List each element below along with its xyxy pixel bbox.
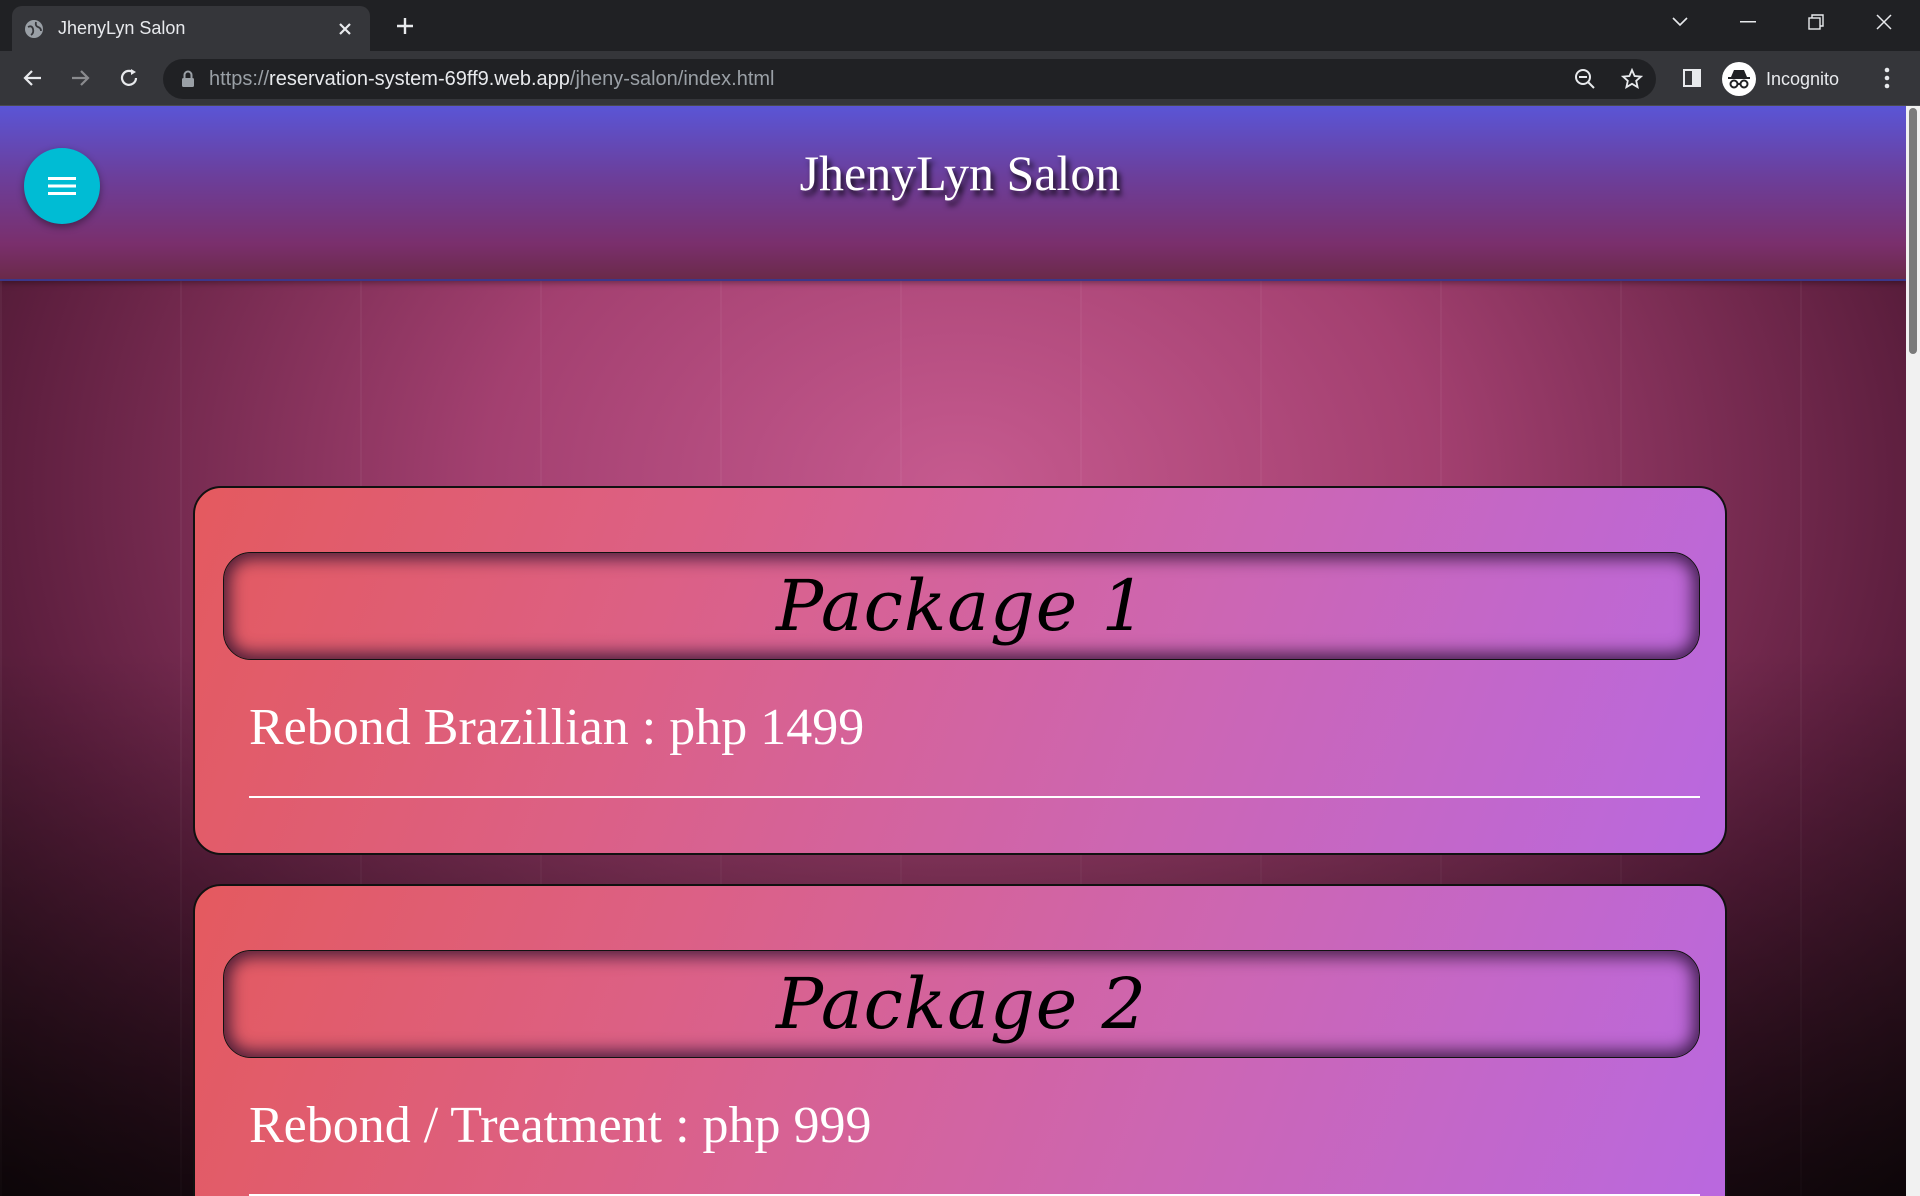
site-header: JhenyLyn Salon <box>0 106 1906 281</box>
package-title: Package 2 <box>775 963 1148 1045</box>
package-item: Rebond / Treatment : php 999 <box>249 1097 872 1154</box>
browser-tab[interactable]: JhenyLyn Salon <box>12 6 370 51</box>
incognito-icon <box>1722 62 1756 96</box>
reload-icon[interactable] <box>112 61 146 95</box>
more-menu-icon[interactable] <box>1870 61 1904 95</box>
incognito-label: Incognito <box>1766 68 1840 89</box>
tab-title: JhenyLyn Salon <box>58 18 186 38</box>
incognito-profile-button[interactable]: Incognito <box>1722 59 1839 99</box>
lock-icon[interactable] <box>181 70 195 88</box>
zoom-icon[interactable] <box>1572 66 1598 92</box>
divider <box>249 796 1700 798</box>
back-arrow-icon[interactable] <box>16 61 50 95</box>
address-bar[interactable]: https://reservation-system-69ff9.web.app… <box>163 59 1656 99</box>
bookmark-star-icon[interactable] <box>1619 66 1645 92</box>
page-viewport: JhenyLyn Salon Package 1 Rebond Brazilli… <box>0 106 1920 1196</box>
package-title-bar: Package 1 <box>223 552 1700 660</box>
tab-strip: JhenyLyn Salon <box>0 0 1920 51</box>
close-tab-icon[interactable] <box>332 16 358 42</box>
package-card: Package 2 Rebond / Treatment : php 999 <box>193 884 1727 1196</box>
site-title: JhenyLyn Salon <box>799 145 1121 201</box>
new-tab-button[interactable] <box>390 11 420 41</box>
forward-arrow-icon[interactable] <box>63 61 97 95</box>
tab-search-icon[interactable] <box>1648 0 1712 44</box>
globe-icon <box>24 19 44 39</box>
url-text: https://reservation-system-69ff9.web.app… <box>209 67 775 90</box>
scrollbar-thumb[interactable] <box>1909 108 1917 354</box>
package-item: Rebond Brazillian : php 1499 <box>249 699 865 756</box>
minimize-icon[interactable] <box>1716 0 1780 44</box>
close-window-icon[interactable] <box>1852 0 1916 44</box>
package-title-bar: Package 2 <box>223 950 1700 1058</box>
browser-toolbar: https://reservation-system-69ff9.web.app… <box>0 51 1920 106</box>
package-card: Package 1 Rebond Brazillian : php 1499 <box>193 486 1727 855</box>
restore-icon[interactable] <box>1784 0 1848 44</box>
scrollbar[interactable] <box>1906 106 1920 1196</box>
package-title: Package 1 <box>775 565 1148 647</box>
side-panel-icon[interactable] <box>1675 61 1709 95</box>
